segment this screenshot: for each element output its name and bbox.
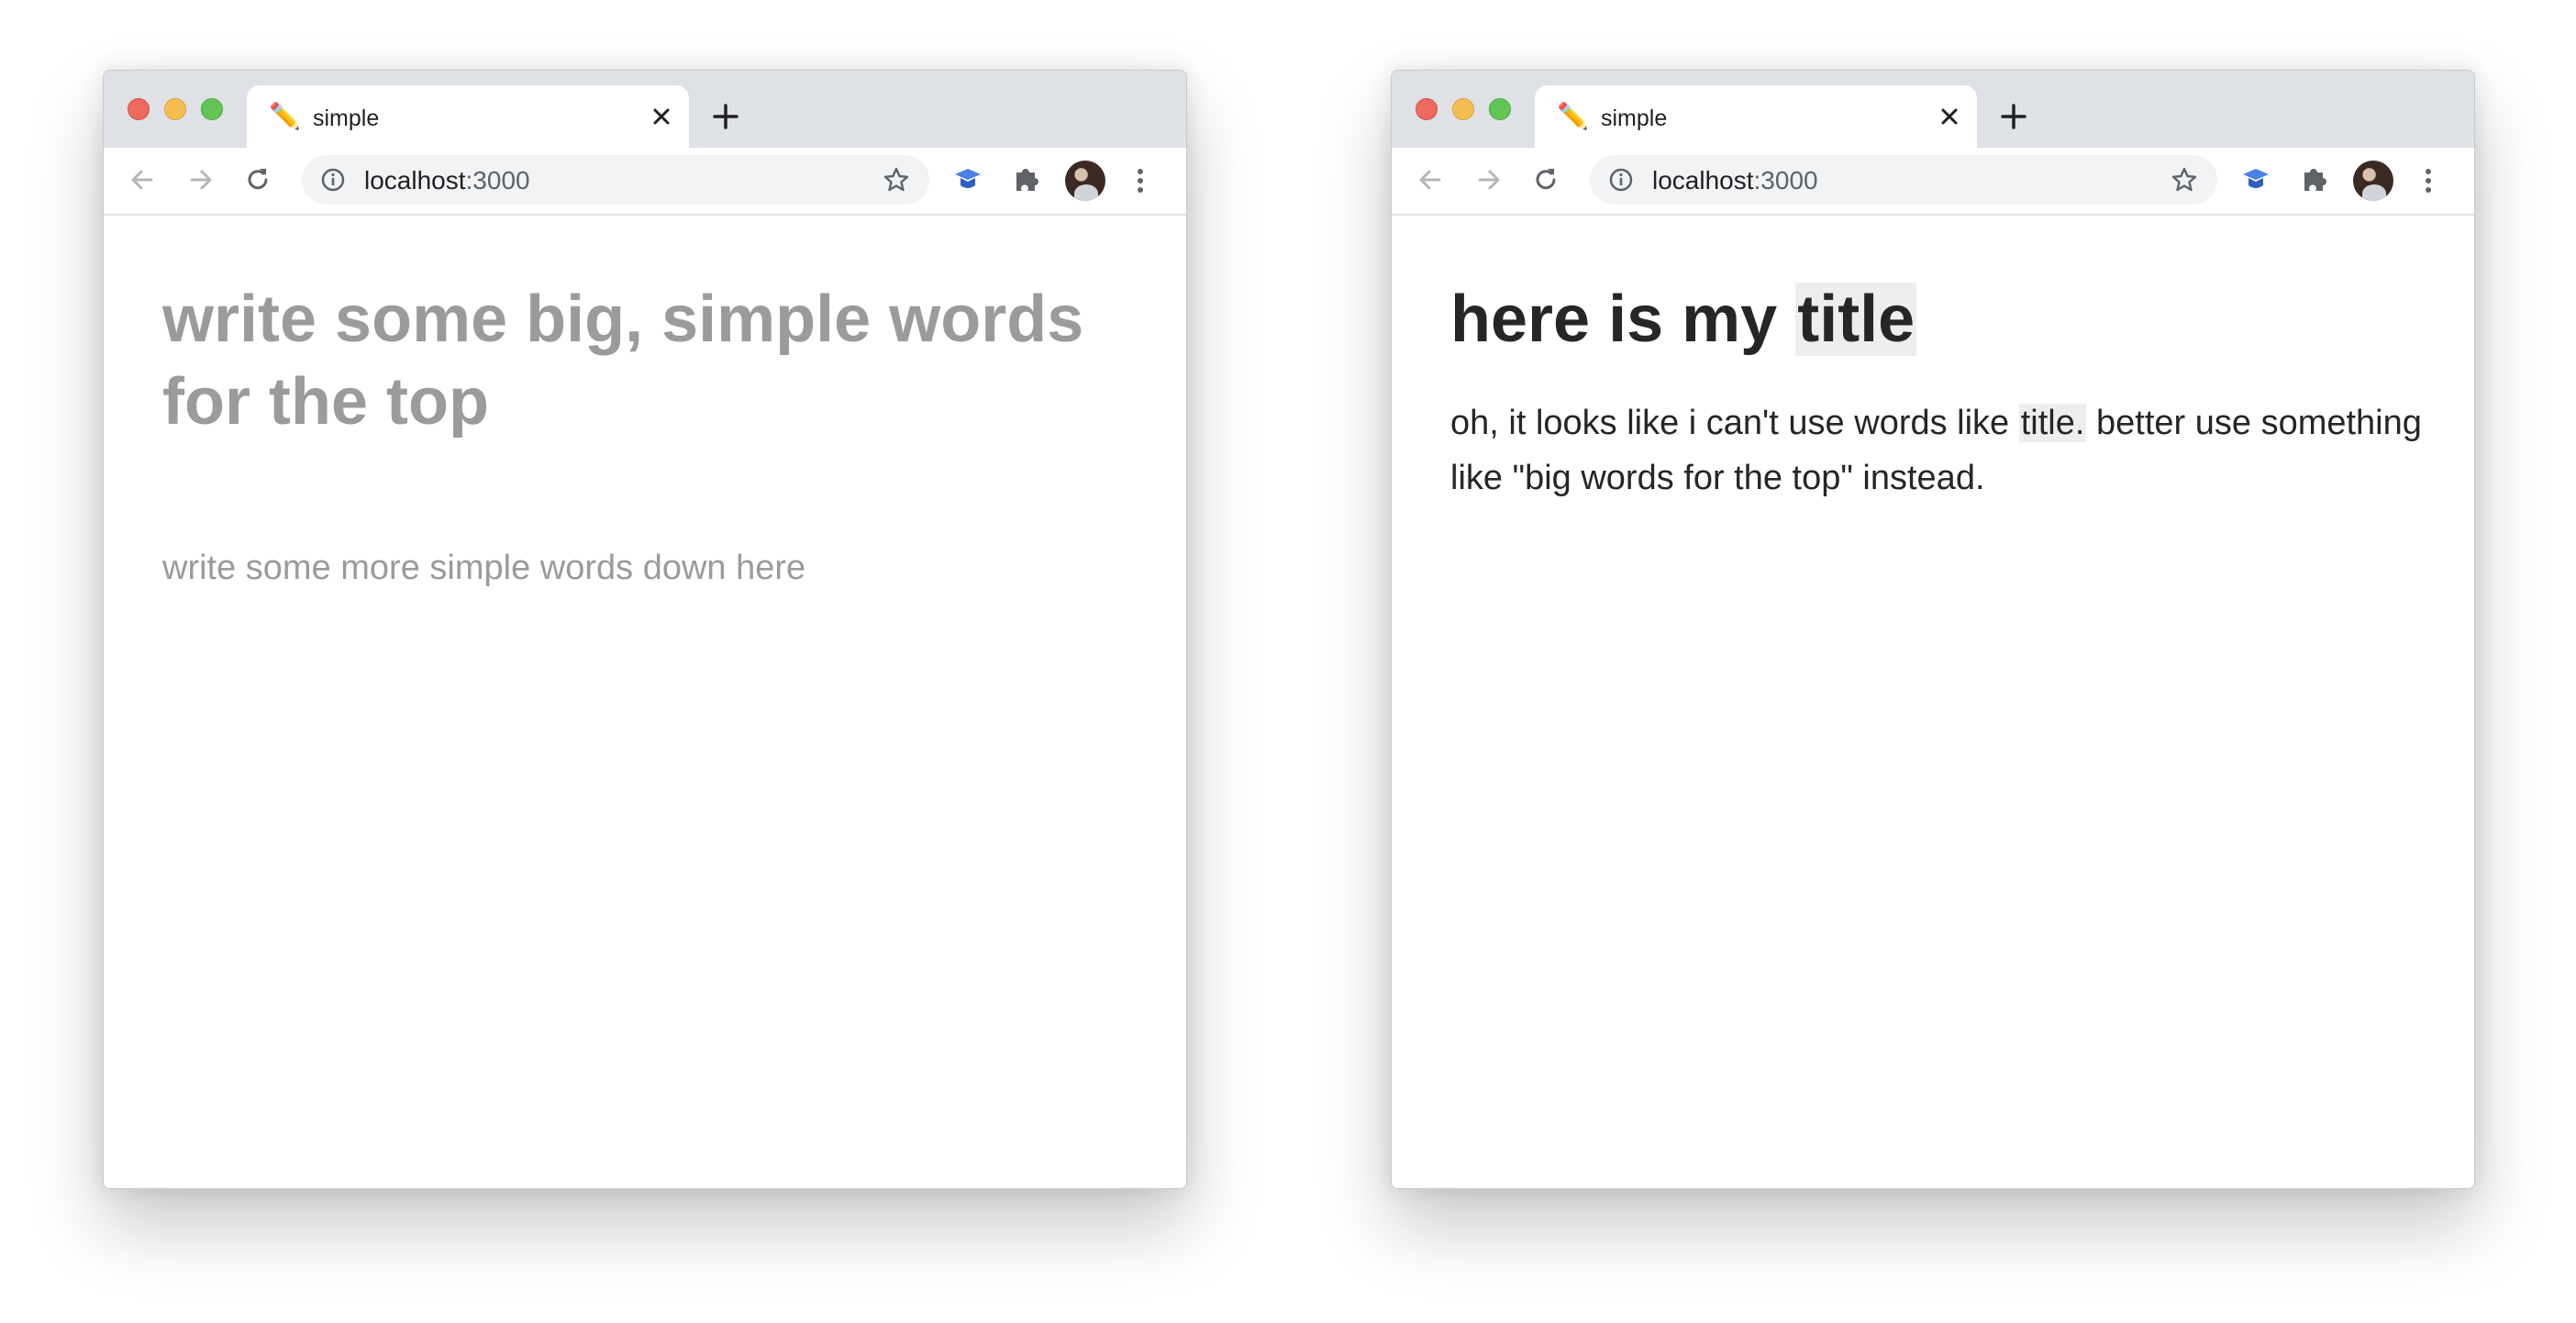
minimize-window-button[interactable] (1452, 98, 1474, 120)
browser-window-right: ✏️ simple localhost:3000 here is my titl… (1391, 70, 2475, 1189)
pencil-icon: ✏️ (269, 102, 301, 130)
reload-icon[interactable] (1529, 163, 1562, 196)
graduation-cap-extension-icon[interactable] (2237, 161, 2274, 198)
page-content: write some big, simple words for the top… (104, 216, 1186, 1188)
browser-toolbar: localhost:3000 (1392, 148, 2474, 216)
page-content: here is my title oh, it looks like i can… (1392, 216, 2474, 1188)
tab-simple[interactable]: ✏️ simple (247, 85, 689, 148)
title-placeholder[interactable]: write some big, simple words for the top (162, 278, 1135, 443)
message-text: oh, it looks like i can't use words like (1450, 404, 2019, 442)
pencil-icon: ✏️ (1557, 102, 1589, 130)
graduation-cap-extension-icon[interactable] (949, 161, 986, 198)
back-arrow-icon[interactable] (126, 163, 159, 196)
forward-arrow-icon[interactable] (184, 163, 217, 196)
address-bar[interactable]: localhost:3000 (1590, 155, 2217, 205)
highlighted-word: title. (2018, 404, 2087, 442)
url-port: :3000 (465, 166, 530, 195)
warning-message[interactable]: oh, it looks like i can't use words like… (1450, 395, 2423, 506)
url-host: localhost (1652, 166, 1754, 195)
plus-icon[interactable] (709, 100, 742, 133)
info-icon[interactable] (320, 167, 346, 193)
tab-strip: ✏️ simple (1392, 71, 2474, 148)
url-host: localhost (364, 166, 466, 195)
browser-toolbar: localhost:3000 (104, 148, 1186, 216)
tab-title: simple (313, 106, 380, 131)
tab-simple[interactable]: ✏️ simple (1535, 85, 1977, 148)
reload-icon[interactable] (241, 163, 274, 196)
puzzle-extension-icon[interactable] (1008, 161, 1045, 198)
kebab-menu-icon[interactable] (2410, 162, 2447, 199)
tab-title: simple (1601, 106, 1668, 131)
kebab-menu-icon[interactable] (1122, 162, 1159, 199)
star-icon[interactable] (882, 165, 911, 195)
info-icon[interactable] (1608, 167, 1634, 193)
maximize-window-button[interactable] (1489, 98, 1511, 120)
url-port: :3000 (1753, 166, 1818, 195)
page-title[interactable]: here is my title (1450, 278, 1917, 361)
body-placeholder[interactable]: write some more simple words down here (162, 546, 805, 590)
avatar[interactable] (2353, 161, 2393, 201)
address-bar[interactable]: localhost:3000 (302, 155, 929, 205)
avatar[interactable] (1065, 161, 1105, 201)
close-window-button[interactable] (1416, 98, 1438, 120)
heading-prefix: here is my (1450, 283, 1796, 356)
close-icon[interactable] (1935, 102, 1964, 131)
url-text: localhost:3000 (364, 166, 530, 195)
back-arrow-icon[interactable] (1414, 163, 1447, 196)
browser-window-left: ✏️ simple localhost:3000 write some big,… (103, 70, 1187, 1189)
plus-icon[interactable] (1997, 100, 2030, 133)
maximize-window-button[interactable] (201, 98, 223, 120)
puzzle-extension-icon[interactable] (2296, 161, 2333, 198)
star-icon[interactable] (2170, 165, 2199, 195)
forward-arrow-icon[interactable] (1472, 163, 1505, 196)
url-text: localhost:3000 (1652, 166, 1818, 195)
minimize-window-button[interactable] (164, 98, 186, 120)
close-window-button[interactable] (128, 98, 150, 120)
tab-strip: ✏️ simple (104, 71, 1186, 148)
highlighted-word: title (1795, 283, 1917, 356)
close-icon[interactable] (647, 102, 676, 131)
